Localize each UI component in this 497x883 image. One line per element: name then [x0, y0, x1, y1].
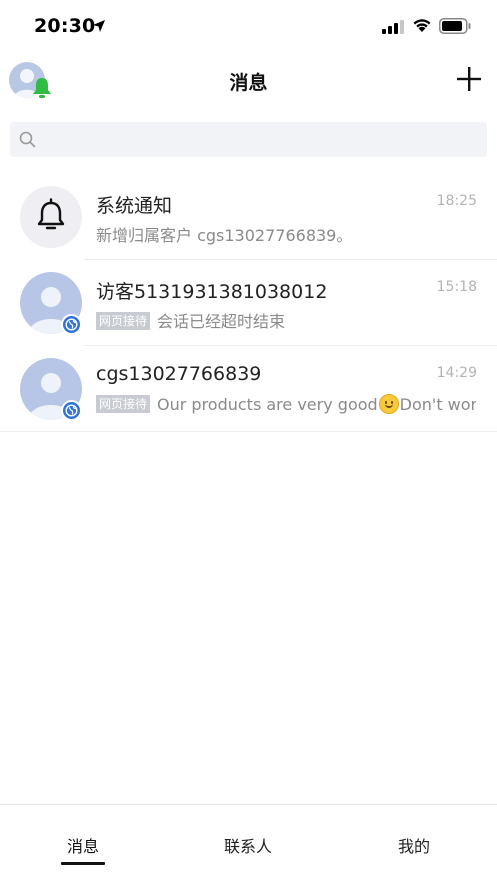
status-time: 20:30	[34, 15, 96, 37]
conversation-time: 15:18	[436, 279, 477, 295]
preview-text: 会话已经超时结束	[157, 312, 286, 331]
conversation-item-system[interactable]: 系统通知 18:25 新增归属客户 cgs13027766839。	[0, 174, 497, 260]
channel-tag: 网页接待	[96, 312, 151, 330]
location-arrow-icon	[93, 20, 105, 32]
add-icon[interactable]	[456, 66, 482, 92]
nav-bar: 消息	[0, 54, 497, 108]
search-bar[interactable]	[10, 122, 487, 157]
conversation-item-customer[interactable]: cgs13027766839 14:29 网页接待 Our products ar…	[0, 346, 497, 432]
tab-contacts[interactable]: 联系人	[203, 833, 293, 857]
web-channel-badge	[61, 400, 82, 421]
wifi-icon	[413, 19, 431, 32]
conversation-preview: 新增归属客户 cgs13027766839。	[96, 226, 353, 245]
channel-tag: 网页接待	[96, 395, 151, 413]
bell-icon	[37, 198, 65, 230]
conversation-item-visitor[interactable]: 访客5131931381038012 15:18 网页接待 会话已经超时结束	[0, 260, 497, 346]
conversation-time: 14:29	[436, 365, 477, 381]
preview-text-continued: Don't wor	[399, 395, 476, 414]
battery-icon	[439, 18, 471, 34]
conversation-name: 系统通知	[96, 195, 173, 217]
tab-me[interactable]: 我的	[369, 833, 459, 857]
smile-emoji-icon	[378, 394, 399, 414]
conversation-name: cgs13027766839	[96, 363, 262, 385]
page-title: 消息	[229, 72, 268, 94]
web-channel-badge	[61, 314, 82, 335]
tab-messages[interactable]: 消息	[38, 833, 128, 857]
conversation-preview: 网页接待 Our products are very good Don't wor	[96, 394, 476, 414]
cellular-signal-icon	[382, 20, 404, 34]
list-divider	[0, 431, 497, 432]
search-input[interactable]	[44, 122, 474, 157]
system-notice-avatar	[20, 186, 82, 248]
conversation-preview: 网页接待 会话已经超时结束	[96, 308, 476, 332]
preview-text: Our products are very good	[157, 395, 378, 414]
tab-bar: 消息 联系人 我的	[0, 804, 497, 883]
conversation-time: 18:25	[436, 193, 477, 209]
status-bar: 20:30	[0, 0, 497, 54]
globe-icon	[65, 404, 78, 417]
search-icon	[19, 131, 36, 148]
conversation-name: 访客5131931381038012	[96, 281, 328, 303]
active-tab-indicator	[61, 862, 105, 865]
globe-icon	[65, 318, 78, 331]
